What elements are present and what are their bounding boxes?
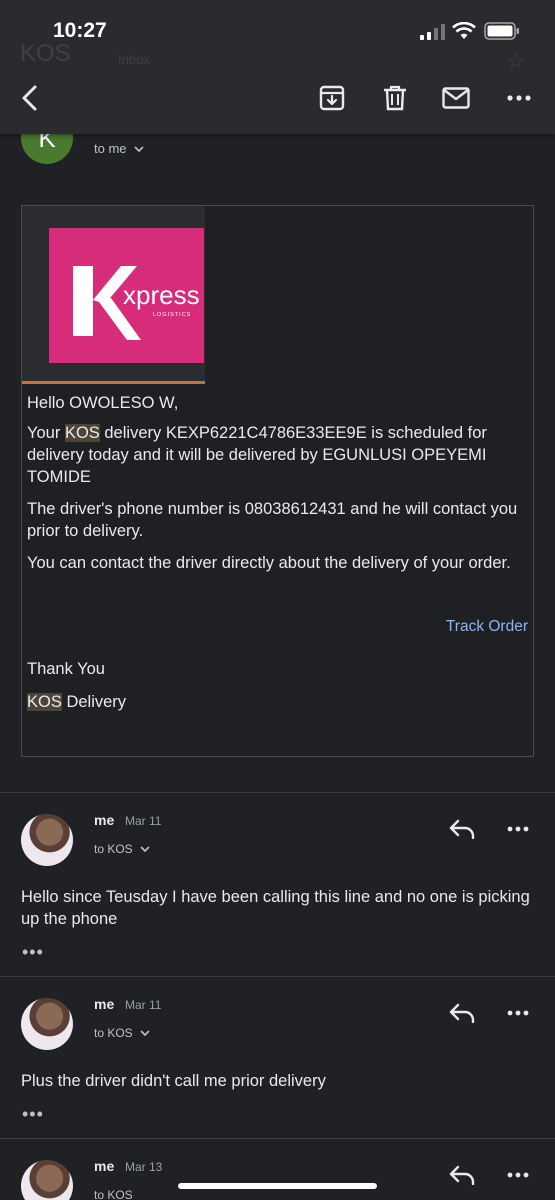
user-avatar[interactable] [21,814,73,866]
user-avatar[interactable] [21,998,73,1050]
message-date: Mar 11 [125,814,162,828]
status-bar: 10:27 [0,0,555,62]
highlighted-term: KOS [64,424,100,442]
track-order-link[interactable]: Track Order [446,618,528,636]
cellular-signal-icon [420,24,445,40]
message-date: Mar 11 [125,998,162,1012]
logo-word: xpress [123,280,200,310]
chevron-down-icon [140,846,150,853]
email-toolbar [0,62,555,134]
more-horizontal-icon [507,95,531,101]
back-arrow-icon [22,85,37,111]
recipient-label: to KOS [94,842,133,856]
message-date: Mar 13 [125,1160,163,1174]
show-trimmed-content-button[interactable]: ••• [22,1104,44,1125]
star-icon[interactable]: ☆ [506,48,526,74]
subject-title-faded: KOS [20,40,71,67]
more-horizontal-icon [507,1010,529,1016]
delivery-text-a: Your [27,424,65,442]
wifi-icon [452,22,476,39]
more-options-button[interactable] [503,82,535,114]
recipient-label: to KOS [94,1188,133,1200]
inbox-label-faded: Inbox [118,52,150,67]
message-sender: me [94,812,115,828]
back-button[interactable] [14,82,46,114]
greeting: Hello OWOLESO W, [27,394,179,412]
mail-icon [442,87,470,109]
message-body: Plus the driver didn't call me prior del… [21,1072,326,1090]
logo-underline [22,381,205,384]
message-sender: me [94,1158,115,1174]
message-body: Hello since Teusday I have been calling … [21,888,530,928]
reply-button[interactable] [447,1000,477,1026]
message-divider [0,976,555,977]
chevron-down-icon [134,146,144,153]
reply-button[interactable] [447,1162,477,1188]
reply-button[interactable] [447,816,477,842]
message-divider [0,792,555,793]
more-horizontal-icon [507,826,529,832]
chevron-down-icon [140,1030,150,1037]
recipient-details-toggle[interactable]: to me [94,141,144,156]
signature: KOS Delivery [27,691,126,713]
reply-icon [449,1165,475,1185]
mark-unread-button[interactable] [440,82,472,114]
delete-button[interactable] [379,82,411,114]
recipient-details-toggle[interactable]: to KOS [94,1026,150,1040]
user-avatar[interactable] [21,1160,73,1200]
recipient-details-toggle[interactable]: to KOS [94,1188,133,1200]
signature-text: Delivery [61,693,127,711]
contact-paragraph: You can contact the driver directly abou… [27,554,511,572]
reply-icon [449,1003,475,1023]
message-more-button[interactable] [503,816,533,842]
logo-background: xpress LOGISTICS [49,228,204,363]
recipient-details-toggle[interactable]: to KOS [94,842,150,856]
message-divider [0,1138,555,1139]
delivery-paragraph: Your KOS delivery KEXP6221C4786E33EE9E i… [27,422,527,488]
reply-icon [449,819,475,839]
more-horizontal-icon [507,1172,529,1178]
archive-icon [319,85,345,111]
recipient-label: to KOS [94,1026,133,1040]
archive-button[interactable] [316,82,348,114]
recipient-label: to me [94,141,127,156]
signature-highlight: KOS [27,693,62,711]
trash-icon [384,85,406,111]
home-indicator[interactable] [178,1183,377,1189]
email-body: xpress LOGISTICS Hello OWOLESO W, Your K… [21,205,534,757]
message-sender: me [94,996,115,1012]
driver-phone-paragraph: The driver's phone number is 08038612431… [27,500,518,540]
kxpress-logo-mark: xpress LOGISTICS [73,266,200,340]
thanks-text: Thank You [27,660,105,678]
message-more-button[interactable] [503,1000,533,1026]
battery-icon [484,22,519,40]
logo-subtext: LOGISTICS [153,312,191,318]
kxpress-logo: xpress LOGISTICS [22,206,205,384]
show-trimmed-content-button[interactable]: ••• [22,942,44,963]
message-more-button[interactable] [503,1162,533,1188]
